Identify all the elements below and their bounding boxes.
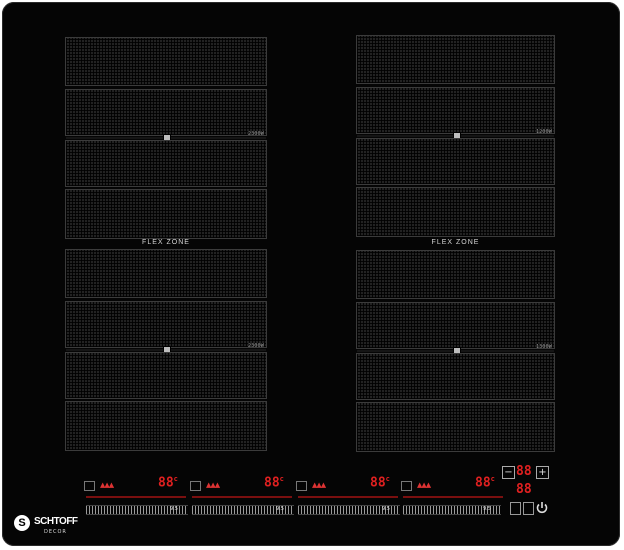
heat-indicator-icon: ▲▲▲: [312, 481, 326, 489]
power-level-display: 88c: [158, 475, 178, 491]
zone-select-icon[interactable]: [190, 481, 201, 491]
slider-label: 9.5: [382, 506, 390, 512]
zone-control-4: ▲▲▲ 88c: [401, 475, 506, 497]
power-icon[interactable]: [535, 501, 549, 515]
cooking-pad[interactable]: [65, 249, 267, 298]
heat-indicator-icon: ▲▲▲: [100, 481, 114, 489]
brand-subtitle: DECOR: [44, 529, 67, 535]
left-flex-zone-bottom[interactable]: 2300W: [65, 249, 267, 451]
flex-zone-label: FLEX ZONE: [431, 239, 480, 246]
zone-select-icon[interactable]: [296, 481, 307, 491]
power-rating: 1200W: [535, 129, 552, 135]
power-rating: 2300W: [247, 343, 264, 349]
power-indicator-bar: [86, 496, 186, 498]
timer-display: 88: [516, 464, 532, 479]
flex-zone-label: FLEX ZONE: [142, 239, 190, 246]
timer-plus-button[interactable]: +: [536, 466, 549, 479]
cooking-pad[interactable]: [356, 35, 555, 84]
cooking-pad[interactable]: [356, 250, 555, 299]
power-slider[interactable]: 9.5: [86, 505, 188, 515]
power-rating: 2300W: [247, 131, 264, 137]
cooking-pad[interactable]: [65, 401, 267, 451]
cooking-pad[interactable]: [65, 37, 267, 86]
cooking-pad[interactable]: [356, 402, 555, 452]
cooking-pad[interactable]: [65, 189, 267, 239]
timer-display-secondary: 88: [516, 482, 532, 497]
zone-divider: 2300W: [66, 343, 266, 354]
right-flex-zone-bottom[interactable]: 1300W: [356, 250, 555, 452]
slider-label: 9.5: [483, 506, 491, 512]
brand-logo: S SCHTOFF DECOR: [14, 513, 84, 541]
cooking-pad[interactable]: [356, 302, 555, 349]
cooking-pad[interactable]: [356, 353, 555, 400]
cooking-pad[interactable]: [356, 187, 555, 237]
cooking-pad[interactable]: [65, 140, 267, 187]
left-flex-zone-top[interactable]: 2300W: [65, 37, 267, 239]
zone-divider: 2300W: [66, 131, 266, 142]
zone-select-icon[interactable]: [84, 481, 95, 491]
cooking-pad[interactable]: [65, 89, 267, 136]
pause-icon[interactable]: [510, 502, 521, 515]
power-level-display: 88c: [475, 475, 495, 491]
power-slider[interactable]: 9.5: [298, 505, 400, 515]
zone-select-icon[interactable]: [401, 481, 412, 491]
zone-control-1: ▲▲▲ 88c: [84, 475, 189, 497]
timer-minus-button[interactable]: −: [502, 466, 515, 479]
right-flex-zone-top[interactable]: 1200W: [356, 35, 555, 237]
cooking-pad[interactable]: [356, 87, 555, 134]
cooking-pad[interactable]: [65, 301, 267, 348]
slider-label: 9.5: [170, 506, 178, 512]
power-slider[interactable]: 9.5: [403, 505, 501, 515]
power-indicator-bar: [403, 496, 503, 498]
lock-icon[interactable]: [523, 502, 534, 515]
heat-indicator-icon: ▲▲▲: [417, 481, 431, 489]
zone-control-2: ▲▲▲ 88c: [190, 475, 295, 497]
slider-label: 9.5: [276, 506, 284, 512]
power-level-display: 88c: [264, 475, 284, 491]
power-slider[interactable]: 9.5: [192, 505, 294, 515]
cooking-pad[interactable]: [356, 138, 555, 185]
zone-divider: 1200W: [357, 129, 554, 140]
power-level-display: 88c: [370, 475, 390, 491]
power-indicator-bar: [298, 496, 398, 498]
brand-mark: S: [14, 515, 30, 531]
zone-control-3: ▲▲▲ 88c: [296, 475, 401, 497]
heat-indicator-icon: ▲▲▲: [206, 481, 220, 489]
cooking-pad[interactable]: [65, 352, 267, 399]
power-rating: 1300W: [535, 344, 552, 350]
power-indicator-bar: [192, 496, 292, 498]
induction-hob: 2300W FLEX ZONE 2300W 1200W FLEX ZONE 13…: [2, 2, 620, 546]
zone-divider: 1300W: [357, 344, 554, 355]
brand-name: SCHTOFF: [34, 516, 78, 527]
